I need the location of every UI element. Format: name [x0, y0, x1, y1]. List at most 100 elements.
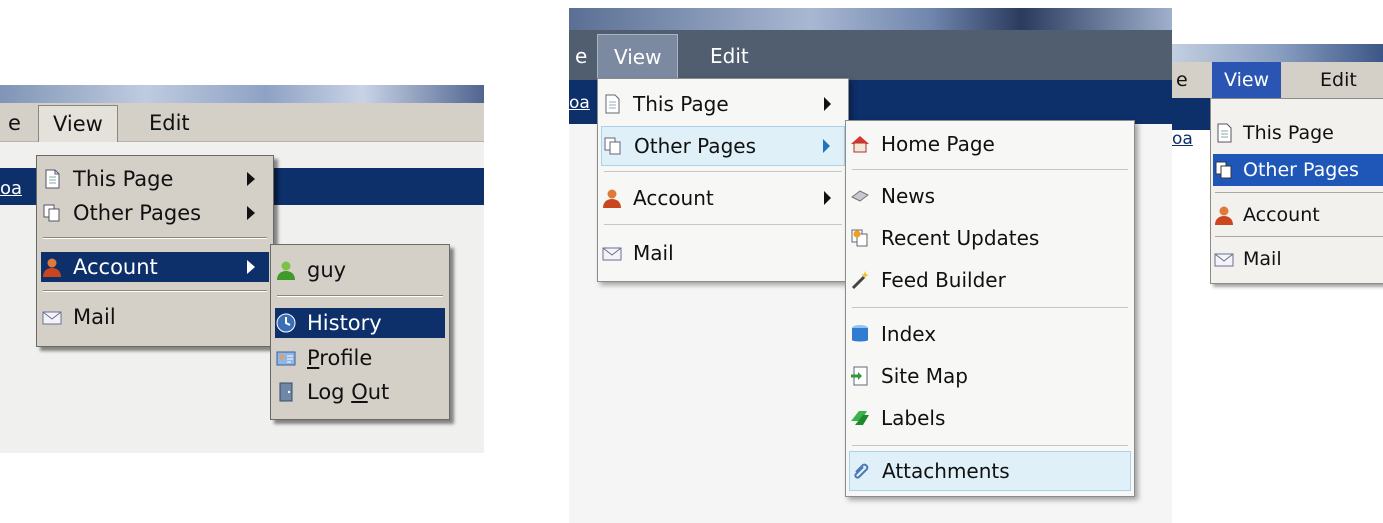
- menu-item-label: This Page: [1243, 122, 1334, 144]
- menu-item-home-page[interactable]: Home Page: [849, 125, 1131, 163]
- menu-item-label: Labels: [881, 406, 946, 430]
- menu-item-labels[interactable]: Labels: [849, 399, 1131, 437]
- menu-separator: [852, 307, 1128, 308]
- menu-separator: [43, 290, 267, 292]
- menu-item-label: Site Map: [881, 364, 968, 388]
- screenshot-modern-other-pages-menu: e View Edit oa This Page Other Pages Acc…: [569, 8, 1172, 523]
- header-banner: [0, 85, 484, 105]
- menu-item-label: This Page: [73, 167, 174, 191]
- view-menu-button[interactable]: View: [1212, 62, 1282, 98]
- newspaper-icon: [849, 185, 871, 207]
- menu-item-label: Account: [1243, 204, 1320, 226]
- clock-icon: [275, 312, 297, 334]
- menu-item-user-guy[interactable]: guy: [275, 255, 445, 285]
- recent-pages-icon: [849, 227, 871, 249]
- edit-menu-button[interactable]: Edit: [694, 34, 765, 78]
- page-icon: [41, 168, 63, 190]
- header-banner: [1172, 44, 1383, 62]
- menu-item-label: Log Out: [307, 380, 390, 404]
- menu-item-mail[interactable]: Mail: [41, 302, 269, 332]
- menu-item-label: Mail: [73, 305, 116, 329]
- menu-separator: [852, 169, 1128, 170]
- menu-bar-item-truncated[interactable]: e: [0, 105, 35, 141]
- menu-item-history[interactable]: History: [275, 308, 445, 338]
- paperclip-icon: [850, 460, 872, 482]
- pages-icon: [41, 202, 63, 224]
- screenshot-classic-account-menu: e View Edit oa This Page Other Pages Acc…: [0, 85, 484, 453]
- account-submenu: guy History Profile Log Out: [270, 244, 450, 420]
- menu-item-this-page[interactable]: This Page: [41, 164, 269, 194]
- menu-item-recent-updates[interactable]: Recent Updates: [849, 219, 1131, 257]
- menu-item-label: History: [307, 311, 382, 335]
- menu-item-news[interactable]: News: [849, 177, 1131, 215]
- pages-icon: [1213, 159, 1235, 181]
- menu-item-label: Mail: [1243, 248, 1282, 270]
- menu-item-label: News: [881, 184, 936, 208]
- submenu-arrow-icon: [823, 139, 830, 153]
- menu-item-attachments[interactable]: Attachments: [849, 451, 1131, 491]
- user-icon: [41, 256, 63, 278]
- menu-item-label: Mail: [633, 241, 674, 265]
- door-icon: [275, 381, 297, 403]
- menu-item-log-out[interactable]: Log Out: [275, 377, 445, 407]
- menu-separator: [604, 171, 842, 172]
- menu-item-account[interactable]: Account: [41, 252, 269, 282]
- submenu-arrow-icon: [247, 172, 255, 186]
- menu-separator: [277, 295, 443, 297]
- menu-item-label: Other Pages: [73, 201, 202, 225]
- magic-wand-icon: [849, 269, 871, 291]
- menu-item-label: Recent Updates: [881, 226, 1040, 250]
- house-icon: [849, 133, 871, 155]
- other-pages-submenu: Home Page News Recent Updates Feed Build…: [845, 120, 1135, 497]
- menu-item-index[interactable]: Index: [849, 315, 1131, 353]
- page-icon: [601, 93, 623, 115]
- menu-item-label: Feed Builder: [881, 268, 1006, 292]
- sitemap-icon: [849, 365, 871, 387]
- menu-item-label: Attachments: [882, 459, 1010, 483]
- profile-card-icon: [275, 347, 297, 369]
- menu-item-account[interactable]: Account: [601, 179, 845, 217]
- menu-item-account[interactable]: Account: [1213, 199, 1383, 231]
- green-user-icon: [275, 259, 297, 281]
- menu-item-label: Other Pages: [634, 134, 756, 158]
- view-menu-button[interactable]: View: [597, 34, 679, 80]
- view-dropdown-menu: This Page Other Pages Account Mail: [36, 155, 274, 347]
- view-dropdown-menu: This Page Other Pages Account Mail: [597, 78, 849, 282]
- mail-icon: [1213, 248, 1235, 270]
- mail-icon: [41, 306, 63, 328]
- menu-separator: [43, 237, 267, 239]
- menu-item-feed-builder[interactable]: Feed Builder: [849, 261, 1131, 299]
- menu-separator: [604, 224, 842, 225]
- menu-separator: [1215, 236, 1383, 237]
- menu-item-label: Profile: [307, 346, 373, 370]
- menu-item-label: Other Pages: [1243, 159, 1359, 181]
- header-banner: [569, 8, 1172, 30]
- submenu-arrow-icon: [247, 206, 255, 220]
- menu-bar-item-truncated[interactable]: e: [1172, 62, 1200, 98]
- breadcrumb-link-truncated[interactable]: oa: [569, 93, 590, 113]
- edit-menu-button[interactable]: Edit: [1308, 62, 1369, 98]
- menu-item-mail[interactable]: Mail: [601, 234, 845, 272]
- menu-item-profile[interactable]: Profile: [275, 343, 445, 373]
- edit-menu-button[interactable]: Edit: [135, 105, 204, 141]
- submenu-arrow-icon: [247, 260, 255, 274]
- mail-icon: [601, 242, 623, 264]
- menu-item-this-page[interactable]: This Page: [1213, 117, 1383, 149]
- pages-icon: [602, 135, 624, 157]
- menu-item-site-map[interactable]: Site Map: [849, 357, 1131, 395]
- menu-item-other-pages[interactable]: Other Pages: [41, 198, 269, 228]
- menu-item-mail[interactable]: Mail: [1213, 243, 1383, 275]
- menu-item-this-page[interactable]: This Page: [601, 85, 845, 123]
- menu-item-label: Home Page: [881, 132, 995, 156]
- menu-item-label: Account: [633, 186, 714, 210]
- view-menu-button[interactable]: View: [38, 105, 118, 142]
- breadcrumb-link-truncated[interactable]: oa: [1172, 129, 1193, 149]
- breadcrumb-link-truncated[interactable]: oa: [0, 178, 22, 199]
- menu-item-other-pages[interactable]: Other Pages: [1213, 154, 1383, 186]
- submenu-arrow-icon: [824, 97, 831, 111]
- menu-item-other-pages[interactable]: Other Pages: [601, 126, 845, 166]
- menu-separator: [852, 445, 1128, 446]
- labels-icon: [849, 407, 871, 429]
- view-dropdown-menu: This Page Other Pages Account Mail: [1210, 98, 1383, 284]
- menu-item-label: This Page: [633, 92, 729, 116]
